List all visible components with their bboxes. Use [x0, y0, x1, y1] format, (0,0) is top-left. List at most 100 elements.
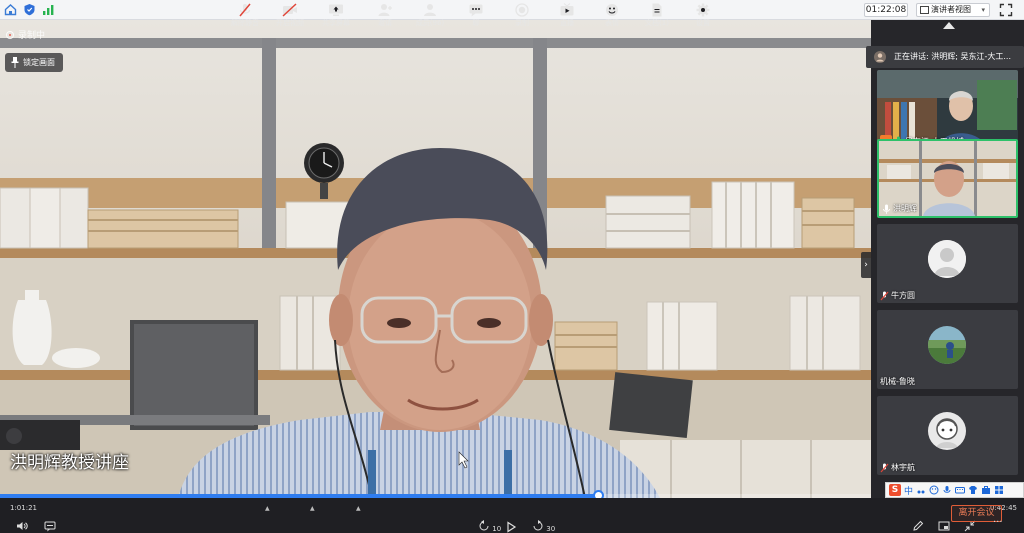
view-mode-label: 演讲者视图 [931, 5, 971, 14]
seek-forward-value: 30 [546, 525, 556, 533]
mic-muted-icon [880, 291, 889, 300]
share-screen-button[interactable]: 共享屏幕 [315, 3, 357, 33]
participant-name-row: 洪明辉 [882, 203, 917, 214]
share-screen-label: 共享屏幕 [322, 19, 350, 27]
fullscreen-icon[interactable] [999, 3, 1013, 17]
live-icon [560, 3, 574, 16]
keyboard-icon[interactable] [955, 485, 966, 495]
more-icon[interactable]: ··· [993, 518, 1005, 531]
camera-off-icon [282, 3, 297, 17]
mic-muted-icon [880, 463, 889, 472]
members-label: 成员(96) [415, 19, 445, 27]
chat-button[interactable]: 聊 [455, 3, 497, 33]
home-icon[interactable] [4, 3, 17, 16]
recording-label: 录制中 [18, 31, 46, 41]
participant-name: 林宇航 [891, 463, 915, 472]
live-button[interactable]: 直播 [546, 3, 588, 33]
participant-tile-active[interactable]: 洪明辉 [877, 139, 1018, 218]
participant-name-row: 机械-鲁晓 [880, 376, 915, 387]
video-label: 开启视频 [276, 19, 304, 27]
meeting-window: 01:22:08 演讲者视图 ▾ 录制中 锁定画面 洪明辉教授讲座 › 正在讲话… [0, 0, 1024, 533]
lock-view-label: 锁定画面 [23, 58, 55, 67]
video-caption: 洪明辉教授讲座 [10, 453, 129, 473]
invite-label: 邀请 [378, 19, 392, 27]
default-avatar-icon [928, 240, 966, 278]
recording-indicator: 录制中 [6, 28, 45, 41]
main-video[interactable]: 录制中 锁定画面 洪明辉教授讲座 [0, 20, 871, 498]
subtitle-icon[interactable] [44, 520, 56, 532]
lock-view-button[interactable]: 锁定画面 [5, 53, 63, 72]
settings-button[interactable]: 设置 [682, 3, 724, 33]
participant-tile[interactable]: 机械-鲁晓 [877, 310, 1018, 389]
signal-icon[interactable] [42, 3, 55, 16]
invite-button[interactable]: 邀请 [364, 3, 406, 33]
mic-icon[interactable] [942, 485, 952, 495]
screen-share-icon [329, 4, 343, 16]
mic-off-icon [239, 3, 251, 17]
record-icon [515, 3, 529, 17]
ime-mode[interactable]: 中 [904, 484, 913, 497]
status-icons [4, 3, 55, 16]
members-icon [424, 4, 436, 16]
documents-button[interactable]: 文档(1) [636, 3, 678, 33]
mute-button[interactable]: 解除静音 [224, 3, 266, 33]
participant-tile[interactable]: 林宇航 [877, 396, 1018, 475]
chat-label: 聊 [472, 19, 480, 27]
photo-avatar-icon [928, 412, 966, 450]
live-label: 直播 [560, 19, 574, 27]
toolbox-icon[interactable] [981, 485, 991, 495]
speaking-text: 正在讲话: 洪明辉; 吴东江-大工... [894, 52, 1011, 61]
shield-icon[interactable] [23, 3, 36, 16]
play-icon[interactable] [505, 521, 517, 533]
video-options-caret[interactable]: ▲ [310, 505, 315, 512]
document-icon [652, 3, 662, 17]
share-options-caret[interactable]: ▲ [356, 505, 361, 512]
mute-options-caret[interactable]: ▲ [265, 505, 270, 512]
participant-name: 机械-鲁晓 [880, 377, 915, 386]
chevron-right-icon: › [864, 260, 868, 270]
time-current: 1:01:21 [10, 504, 37, 512]
ime-logo[interactable]: S [889, 484, 901, 496]
volume-icon[interactable] [16, 520, 28, 532]
view-mode-dropdown[interactable]: 演讲者视图 ▾ [916, 3, 990, 17]
seek-back-button[interactable]: 10 [478, 520, 501, 533]
scroll-up-icon[interactable] [943, 22, 955, 29]
input-method-bar[interactable]: S 中 [885, 482, 1024, 498]
video-frame-illustration [0, 20, 871, 498]
record-dot-icon [6, 31, 14, 39]
participant-name-row: 牛方圆 [880, 290, 915, 301]
reactions-button[interactable]: 表情 [591, 3, 633, 33]
grid-icon[interactable] [994, 485, 1004, 495]
photo-avatar-icon [928, 326, 966, 364]
speaker-view-icon [920, 6, 929, 14]
seek-forward-button[interactable]: 30 [532, 520, 555, 533]
punct-icon[interactable] [916, 485, 926, 495]
video-button[interactable]: 开启视频 [269, 3, 311, 33]
reactions-label: 表情 [605, 19, 619, 27]
record-label: 录制 [515, 19, 529, 27]
chat-icon [469, 4, 483, 17]
record-button[interactable]: 录制 [501, 3, 543, 33]
skin-icon[interactable] [968, 485, 978, 495]
documents-label: 文档(1) [645, 19, 669, 27]
participant-name: 洪明辉 [893, 204, 917, 213]
avatar [928, 412, 966, 450]
participant-tile[interactable]: 吴东江-大工机械 [877, 70, 1018, 149]
gear-icon [696, 3, 710, 17]
participant-name: 牛方圆 [891, 291, 915, 300]
emoji-icon [606, 4, 618, 16]
collapse-panel-button[interactable]: › [861, 252, 871, 278]
pip-icon[interactable] [938, 520, 950, 532]
pin-icon [11, 57, 19, 68]
participant-name-row: 林宇航 [880, 462, 915, 473]
annotate-pen-icon[interactable] [912, 520, 924, 532]
emoji-icon[interactable] [929, 485, 939, 495]
settings-label: 设置 [696, 19, 710, 27]
members-button[interactable]: 成员(96) [409, 3, 451, 33]
progress-knob[interactable] [593, 490, 604, 498]
mute-label: 解除静音 [231, 19, 259, 27]
elapsed-timer: 01:22:08 [864, 3, 908, 17]
speaking-indicator: 正在讲话: 洪明辉; 吴东江-大工... [866, 46, 1024, 68]
mic-icon [883, 204, 890, 214]
participant-tile[interactable]: 牛方圆 [877, 224, 1018, 303]
